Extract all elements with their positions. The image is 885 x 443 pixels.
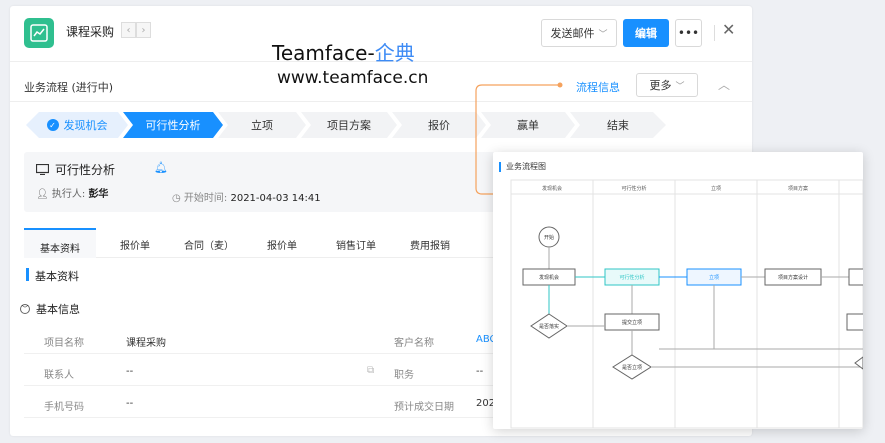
subsection-title: 基本信息 <box>36 303 80 316</box>
record-nav: ‹ › <box>121 22 151 38</box>
field-value: 课程采购 <box>126 338 166 349</box>
field-label: 职务 <box>394 370 414 381</box>
bell-icon[interactable]: 🔔︎ <box>154 161 168 174</box>
collapse-circle-icon: ﹀ <box>20 304 30 314</box>
check-icon: ✓ <box>47 119 59 131</box>
flow-node-label: 开始 <box>544 234 554 241</box>
field-label: 客户名称 <box>394 338 434 349</box>
process-info-link[interactable]: 流程信息 <box>576 79 620 95</box>
record-title: 课程采购 <box>66 25 115 39</box>
clock-icon: ◷ <box>172 193 184 204</box>
stage-label: 可行性分析 <box>145 119 201 132</box>
stage-feasibility[interactable]: 可行性分析 <box>123 112 223 138</box>
tab-quote-2[interactable]: 报价单 <box>267 237 297 252</box>
process-more-button[interactable]: 更多 ﹀ <box>636 73 698 97</box>
flow-node-label: 提交立项 <box>622 319 642 326</box>
watermark-brand-en: Teamface- <box>272 41 375 65</box>
executor-label: 执行人: <box>51 189 86 200</box>
more-actions-button[interactable]: ••• <box>675 19 702 47</box>
section-title: 基本资料 <box>35 270 79 283</box>
stage-won[interactable]: 赢单 <box>481 112 575 138</box>
divider <box>714 25 715 41</box>
subsection-header[interactable]: ﹀ 基本信息 <box>20 301 80 317</box>
monitor-icon <box>36 164 49 175</box>
start-time-label: 开始时间: <box>183 193 228 204</box>
stage-label: 项目方案 <box>327 119 371 132</box>
user-icon: 👤︎ <box>36 189 52 200</box>
field-label: 预计成交日期 <box>394 402 454 413</box>
stage-label: 结束 <box>607 119 629 132</box>
stage-approve[interactable]: 立项 <box>218 112 306 138</box>
chart-icon <box>30 24 48 42</box>
field-label: 联系人 <box>44 370 74 381</box>
stage-design[interactable]: 项目方案 <box>301 112 397 138</box>
executor-name: 彭华 <box>88 189 109 200</box>
send-mail-label: 发送邮件 <box>550 27 595 40</box>
field-value: -- <box>476 366 484 377</box>
stage-label: 赢单 <box>517 119 539 132</box>
flow-node-label: 是否立项 <box>622 364 642 371</box>
flow-node-label: 发现机会 <box>539 274 559 281</box>
field-value: -- <box>126 366 134 377</box>
stage-quote[interactable]: 报价 <box>392 112 486 138</box>
field-label: 项目名称 <box>44 338 84 349</box>
flow-node-label: 项目方案设计 <box>778 274 808 281</box>
stage-end[interactable]: 结束 <box>570 112 666 138</box>
lane-label: 可行性分析 <box>621 185 646 192</box>
lane-label: 发现机会 <box>542 185 562 192</box>
flow-node-label: 立项 <box>709 274 719 281</box>
flow-node-label: 是否落实 <box>539 323 559 330</box>
divider <box>10 101 752 102</box>
tab-contract[interactable]: 合同（麦） <box>184 237 234 252</box>
close-icon[interactable]: ✕ <box>722 20 735 39</box>
stage-label: 报价 <box>428 119 450 132</box>
chevron-down-icon: ﹀ <box>675 81 685 92</box>
app-icon <box>24 18 54 48</box>
stage-discover[interactable]: ✓ 发现机会 <box>26 112 128 138</box>
stage-label: 立项 <box>251 119 273 132</box>
start-time-info: ◷ 开始时间: 2021-04-03 14:41 <box>172 189 321 204</box>
stage-label: 发现机会 <box>63 119 108 132</box>
executor-info: 👤︎ 执行人: 彭华 <box>36 185 108 200</box>
chevron-down-icon: ﹀ <box>598 29 608 40</box>
field-label: 手机号码 <box>44 402 84 413</box>
lane-label: 项目方案 <box>788 185 808 192</box>
stage-detail-title: 可行性分析 <box>36 161 115 178</box>
start-time-value: 2021-04-03 14:41 <box>230 193 321 204</box>
tab-basic-info[interactable]: 基本资料 <box>24 228 96 258</box>
copy-icon[interactable]: ⧉ <box>367 365 374 376</box>
watermark-brand-cn: 企典 <box>374 41 415 65</box>
flow-node-label: 可行性分析 <box>619 274 644 281</box>
chevron-right-icon[interactable]: › <box>136 22 151 38</box>
collapse-up-icon[interactable]: ︿ <box>718 76 730 93</box>
watermark-brand: Teamface-企典 <box>272 37 415 66</box>
flow-diagram-panel: 业务流程图 发现机会 可行性分析 立项 项目方案 开始 发现机会 可行性分析 是… <box>493 152 863 429</box>
flow-diagram: 发现机会 可行性分析 立项 项目方案 开始 发现机会 可行性分析 是否落实 提交… <box>510 179 863 429</box>
process-more-label: 更多 <box>649 79 672 92</box>
process-title: 业务流程 (进行中) <box>24 81 114 94</box>
lane-label: 立项 <box>711 185 721 192</box>
watermark-url: www.teamface.cn <box>277 68 429 88</box>
edit-button[interactable]: 编辑 <box>623 19 669 47</box>
stage-detail-name: 可行性分析 <box>55 163 116 177</box>
tab-expense[interactable]: 费用报销 <box>410 237 450 252</box>
send-mail-button[interactable]: 发送邮件 ﹀ <box>541 19 617 47</box>
section-marker <box>26 268 29 281</box>
tab-quote[interactable]: 报价单 <box>120 237 150 252</box>
field-value: -- <box>126 398 134 409</box>
tab-sales-order[interactable]: 销售订单 <box>336 237 376 252</box>
chevron-left-icon[interactable]: ‹ <box>121 22 136 38</box>
